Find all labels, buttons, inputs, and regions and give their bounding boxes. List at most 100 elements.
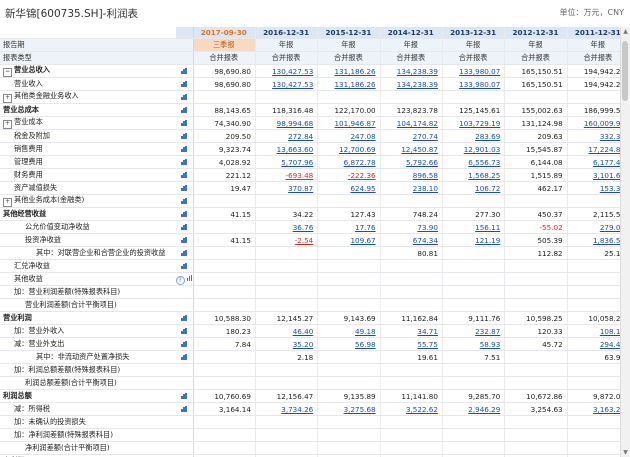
bar-chart-icon[interactable] <box>181 171 187 178</box>
value-link[interactable]: 17.76 <box>355 223 376 232</box>
value-cell[interactable]: 55.75 <box>380 337 443 351</box>
column-date[interactable]: 2015-12-31 <box>317 27 381 39</box>
value-link[interactable]: 109.67 <box>350 236 375 245</box>
value-link[interactable]: 131,186.26 <box>334 80 375 89</box>
value-cell[interactable]: 3,734.26 <box>255 402 319 416</box>
value-cell[interactable]: 134,238.39 <box>380 64 443 78</box>
value-cell[interactable]: 12,700.69 <box>317 142 381 156</box>
bar-chart-icon[interactable] <box>181 184 187 191</box>
expand-toggle-icon[interactable]: + <box>3 198 12 207</box>
row-chart-cell[interactable] <box>175 324 194 338</box>
scroll-down-icon[interactable]: ▼ <box>621 448 630 457</box>
bar-chart-icon[interactable] <box>181 145 187 152</box>
value-cell[interactable]: 46.40 <box>255 324 319 338</box>
value-cell[interactable]: 121.19 <box>442 233 506 247</box>
bar-chart-icon[interactable] <box>181 67 187 74</box>
value-cell[interactable]: 131,186.26 <box>317 77 381 91</box>
row-chart-cell[interactable] <box>175 181 194 195</box>
row-chart-cell[interactable] <box>175 77 194 91</box>
value-cell[interactable]: 49.18 <box>317 324 381 338</box>
value-cell[interactable]: 272.84 <box>255 129 319 143</box>
value-cell[interactable]: 5,707.96 <box>255 155 319 169</box>
bar-chart-icon[interactable] <box>181 132 187 139</box>
value-link[interactable]: 35.20 <box>293 340 314 349</box>
row-chart-cell[interactable] <box>175 311 194 325</box>
row-chart-cell[interactable] <box>175 129 194 143</box>
value-link[interactable]: 134,238.39 <box>397 80 438 89</box>
expand-toggle-icon[interactable]: + <box>3 120 12 129</box>
value-link[interactable]: 58.93 <box>480 340 501 349</box>
bar-chart-icon[interactable] <box>181 392 187 399</box>
column-date[interactable]: 2013-12-31 <box>442 27 506 39</box>
value-cell[interactable]: 103,729.19 <box>442 116 506 130</box>
bar-chart-icon[interactable] <box>181 236 187 243</box>
value-cell[interactable]: 133,980.07 <box>442 77 506 91</box>
value-link[interactable]: 1,568.25 <box>468 171 500 180</box>
value-link[interactable]: 134,238.39 <box>397 67 438 76</box>
row-chart-cell[interactable] <box>175 207 194 221</box>
bar-chart-icon[interactable] <box>181 249 187 256</box>
row-chart-cell[interactable] <box>175 389 194 403</box>
row-chart-cell[interactable] <box>175 64 194 78</box>
value-link[interactable]: 2,946.29 <box>468 405 500 414</box>
row-chart-cell[interactable]: ? <box>175 272 194 286</box>
column-date[interactable]: 2017-09-30 <box>193 27 256 39</box>
value-link[interactable]: 73.90 <box>417 223 438 232</box>
row-chart-cell[interactable] <box>175 246 194 260</box>
value-cell[interactable]: 35.20 <box>255 337 319 351</box>
row-chart-cell[interactable] <box>175 90 194 104</box>
value-link[interactable]: 103,729.19 <box>459 119 500 128</box>
expand-toggle-icon[interactable]: + <box>3 94 12 103</box>
row-chart-cell[interactable] <box>175 155 194 169</box>
bar-chart-icon[interactable] <box>181 93 187 100</box>
scrollbar-thumb[interactable] <box>622 41 628 101</box>
value-link[interactable]: 283.69 <box>475 132 500 141</box>
value-link[interactable]: 98,994.68 <box>277 119 314 128</box>
value-link[interactable]: 131,186.26 <box>334 67 375 76</box>
value-link[interactable]: 106.72 <box>475 184 500 193</box>
value-link[interactable]: 232.87 <box>475 327 500 336</box>
value-link[interactable]: 12,901.03 <box>464 145 501 154</box>
value-cell[interactable]: 1,568.25 <box>442 168 506 182</box>
value-link[interactable]: -693.48 <box>286 171 314 180</box>
value-cell[interactable]: 12,450.87 <box>380 142 443 156</box>
bar-chart-icon[interactable] <box>181 119 187 126</box>
value-link[interactable]: 370.87 <box>288 184 313 193</box>
value-link[interactable]: 5,707.96 <box>281 158 313 167</box>
bar-chart-icon[interactable] <box>181 158 187 165</box>
value-link[interactable]: 6,556.73 <box>468 158 500 167</box>
value-cell[interactable]: 101,946.87 <box>317 116 381 130</box>
value-link[interactable]: 12,450.87 <box>401 145 438 154</box>
value-link[interactable]: 121.19 <box>475 236 500 245</box>
value-link[interactable]: -222.36 <box>348 171 376 180</box>
value-cell[interactable]: 896.58 <box>380 168 443 182</box>
row-chart-cell[interactable] <box>175 103 194 117</box>
value-cell[interactable]: 73.90 <box>380 220 443 234</box>
value-cell[interactable]: 106.72 <box>442 181 506 195</box>
value-link[interactable]: 55.75 <box>417 340 438 349</box>
bar-chart-icon[interactable] <box>186 274 193 281</box>
value-cell[interactable]: 3,522.62 <box>380 402 443 416</box>
row-chart-cell[interactable] <box>175 337 194 351</box>
value-cell[interactable]: 56.98 <box>317 337 381 351</box>
row-chart-cell[interactable] <box>175 233 194 247</box>
bar-chart-icon[interactable] <box>181 314 187 321</box>
value-link[interactable]: 5,792.66 <box>406 158 438 167</box>
row-chart-cell[interactable] <box>175 259 194 273</box>
value-link[interactable]: 160,009.98 <box>584 119 625 128</box>
value-link[interactable]: 624.95 <box>350 184 375 193</box>
row-chart-cell[interactable] <box>175 194 194 208</box>
value-cell[interactable]: 270.74 <box>380 129 443 143</box>
expand-toggle-icon[interactable]: − <box>3 68 12 77</box>
value-cell[interactable]: 130,427.53 <box>255 77 319 91</box>
value-cell[interactable]: 2,946.29 <box>442 402 506 416</box>
value-cell[interactable]: 370.87 <box>255 181 319 195</box>
value-link[interactable]: 13,663.60 <box>277 145 314 154</box>
value-link[interactable]: 49.18 <box>355 327 376 336</box>
value-cell[interactable]: 131,186.26 <box>317 64 381 78</box>
value-cell[interactable]: 156.11 <box>442 220 506 234</box>
row-chart-cell[interactable] <box>175 220 194 234</box>
value-cell[interactable]: 36.76 <box>255 220 319 234</box>
value-link[interactable]: 270.74 <box>413 132 438 141</box>
value-link[interactable]: 3,275.68 <box>344 405 376 414</box>
